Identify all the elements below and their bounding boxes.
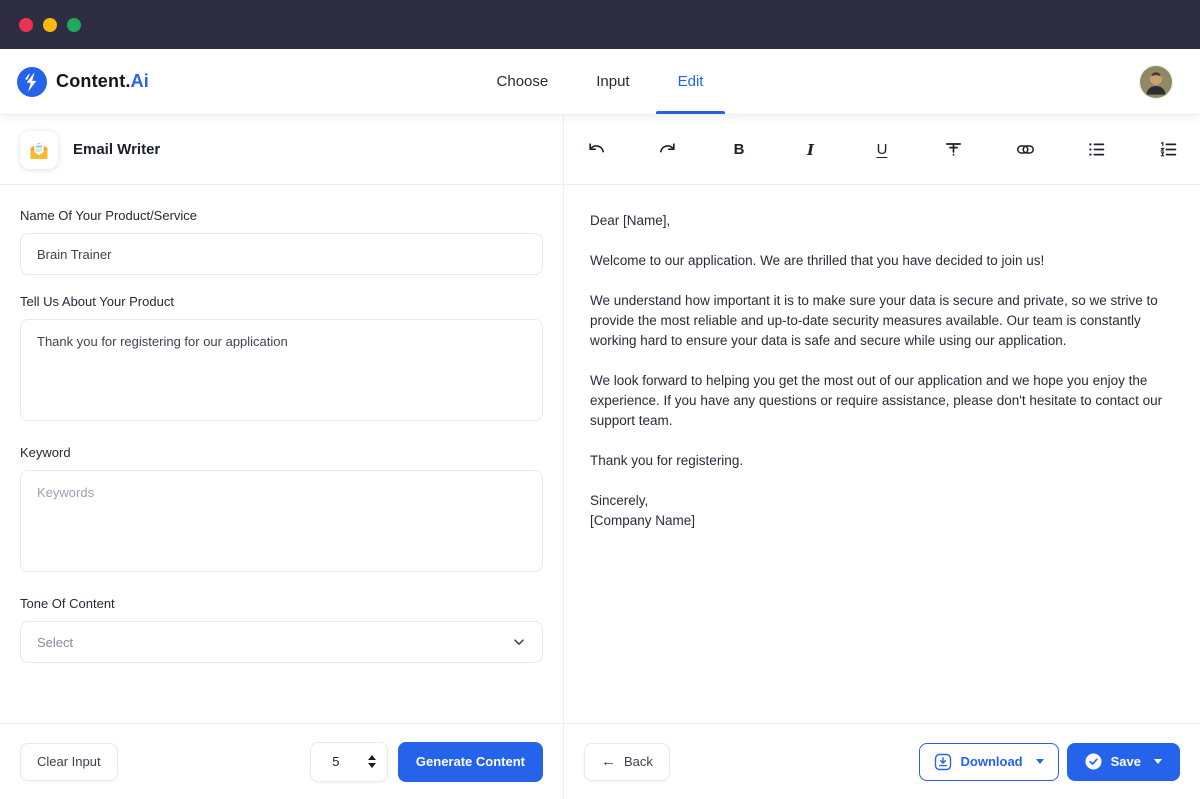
download-button[interactable]: Download xyxy=(919,743,1059,781)
tone-select-value: Select xyxy=(37,635,73,650)
email-paragraph: Dear [Name], xyxy=(590,211,1174,231)
undo-button[interactable] xyxy=(578,132,614,168)
about-product-label: Tell Us About Your Product xyxy=(20,294,543,309)
quantity-value: 5 xyxy=(311,754,361,769)
product-name-input[interactable] xyxy=(20,233,543,275)
chevron-down-icon xyxy=(512,635,526,649)
close-window-button[interactable] xyxy=(19,18,33,32)
back-button[interactable]: ← Back xyxy=(584,743,670,781)
redo-icon xyxy=(657,139,678,160)
window-titlebar xyxy=(0,0,1200,49)
brand-logo[interactable]: Content.Ai xyxy=(17,49,149,114)
download-caret-icon[interactable] xyxy=(1036,759,1044,764)
undo-icon xyxy=(586,139,607,160)
stepper-up-icon[interactable] xyxy=(368,755,376,760)
quantity-stepper[interactable]: 5 xyxy=(310,742,388,782)
stepper-arrows xyxy=(361,755,387,768)
stepper-down-icon[interactable] xyxy=(368,763,376,768)
app-header: Content.Ai Choose Input Edit xyxy=(0,49,1200,115)
email-paragraph: Sincerely,[Company Name] xyxy=(590,491,1174,531)
tone-select[interactable]: Select xyxy=(20,621,543,663)
email-paragraph: We look forward to helping you get the m… xyxy=(590,371,1174,431)
input-panel: Email Writer Name Of Your Product/Servic… xyxy=(0,115,564,799)
italic-icon: I xyxy=(807,141,814,159)
tool-header: Email Writer xyxy=(0,115,563,185)
link-icon xyxy=(1015,139,1036,160)
save-button[interactable]: Save xyxy=(1067,743,1180,781)
email-writer-icon xyxy=(20,131,58,169)
editor-panel-footer: ← Back Download xyxy=(564,723,1200,799)
redo-button[interactable] xyxy=(650,132,686,168)
strikethrough-icon xyxy=(943,139,964,160)
brand-name: Content.Ai xyxy=(56,71,149,92)
link-button[interactable] xyxy=(1007,132,1043,168)
ordered-list-icon xyxy=(1158,139,1179,160)
editor-toolbar: B I U xyxy=(564,115,1200,185)
tab-input[interactable]: Input xyxy=(572,49,653,114)
tab-choose[interactable]: Choose xyxy=(473,49,573,114)
ordered-list-button[interactable] xyxy=(1150,132,1186,168)
back-button-label: Back xyxy=(624,754,653,769)
bold-button[interactable]: B xyxy=(721,132,757,168)
tone-label: Tone Of Content xyxy=(20,596,543,611)
minimize-window-button[interactable] xyxy=(43,18,57,32)
save-caret-icon[interactable] xyxy=(1154,759,1162,764)
strikethrough-button[interactable] xyxy=(936,132,972,168)
zoom-window-button[interactable] xyxy=(67,18,81,32)
italic-button[interactable]: I xyxy=(793,132,829,168)
bold-icon: B xyxy=(734,141,745,158)
keyword-textarea[interactable] xyxy=(20,470,543,572)
tool-title: Email Writer xyxy=(73,141,160,158)
save-check-icon xyxy=(1085,753,1102,770)
save-button-label: Save xyxy=(1111,754,1141,769)
product-name-label: Name Of Your Product/Service xyxy=(20,208,543,223)
clear-input-button[interactable]: Clear Input xyxy=(20,743,118,781)
editor-panel: B I U xyxy=(564,115,1200,799)
generate-content-button[interactable]: Generate Content xyxy=(398,742,543,782)
user-avatar[interactable] xyxy=(1140,66,1172,98)
step-tabs: Choose Input Edit xyxy=(473,49,728,114)
underline-button[interactable]: U xyxy=(864,132,900,168)
bullet-list-button[interactable] xyxy=(1079,132,1115,168)
bullet-list-icon xyxy=(1086,139,1107,160)
download-icon xyxy=(934,753,952,771)
input-form: Name Of Your Product/Service Tell Us Abo… xyxy=(0,185,563,723)
keyword-label: Keyword xyxy=(20,445,543,460)
download-button-label: Download xyxy=(961,754,1023,769)
about-product-textarea[interactable]: Thank you for registering for our applic… xyxy=(20,319,543,421)
underline-icon: U xyxy=(877,141,888,158)
email-paragraph: Thank you for registering. xyxy=(590,451,1174,471)
main-area: Email Writer Name Of Your Product/Servic… xyxy=(0,115,1200,799)
email-paragraph: Welcome to our application. We are thril… xyxy=(590,251,1174,271)
tab-edit[interactable]: Edit xyxy=(654,49,728,114)
email-paragraph: We understand how important it is to mak… xyxy=(590,291,1174,351)
email-body[interactable]: Dear [Name], Welcome to our application. … xyxy=(564,185,1200,723)
back-arrow-icon: ← xyxy=(601,753,616,770)
input-panel-footer: Clear Input 5 Generate Content xyxy=(0,723,563,799)
brand-bolt-icon xyxy=(17,67,47,97)
